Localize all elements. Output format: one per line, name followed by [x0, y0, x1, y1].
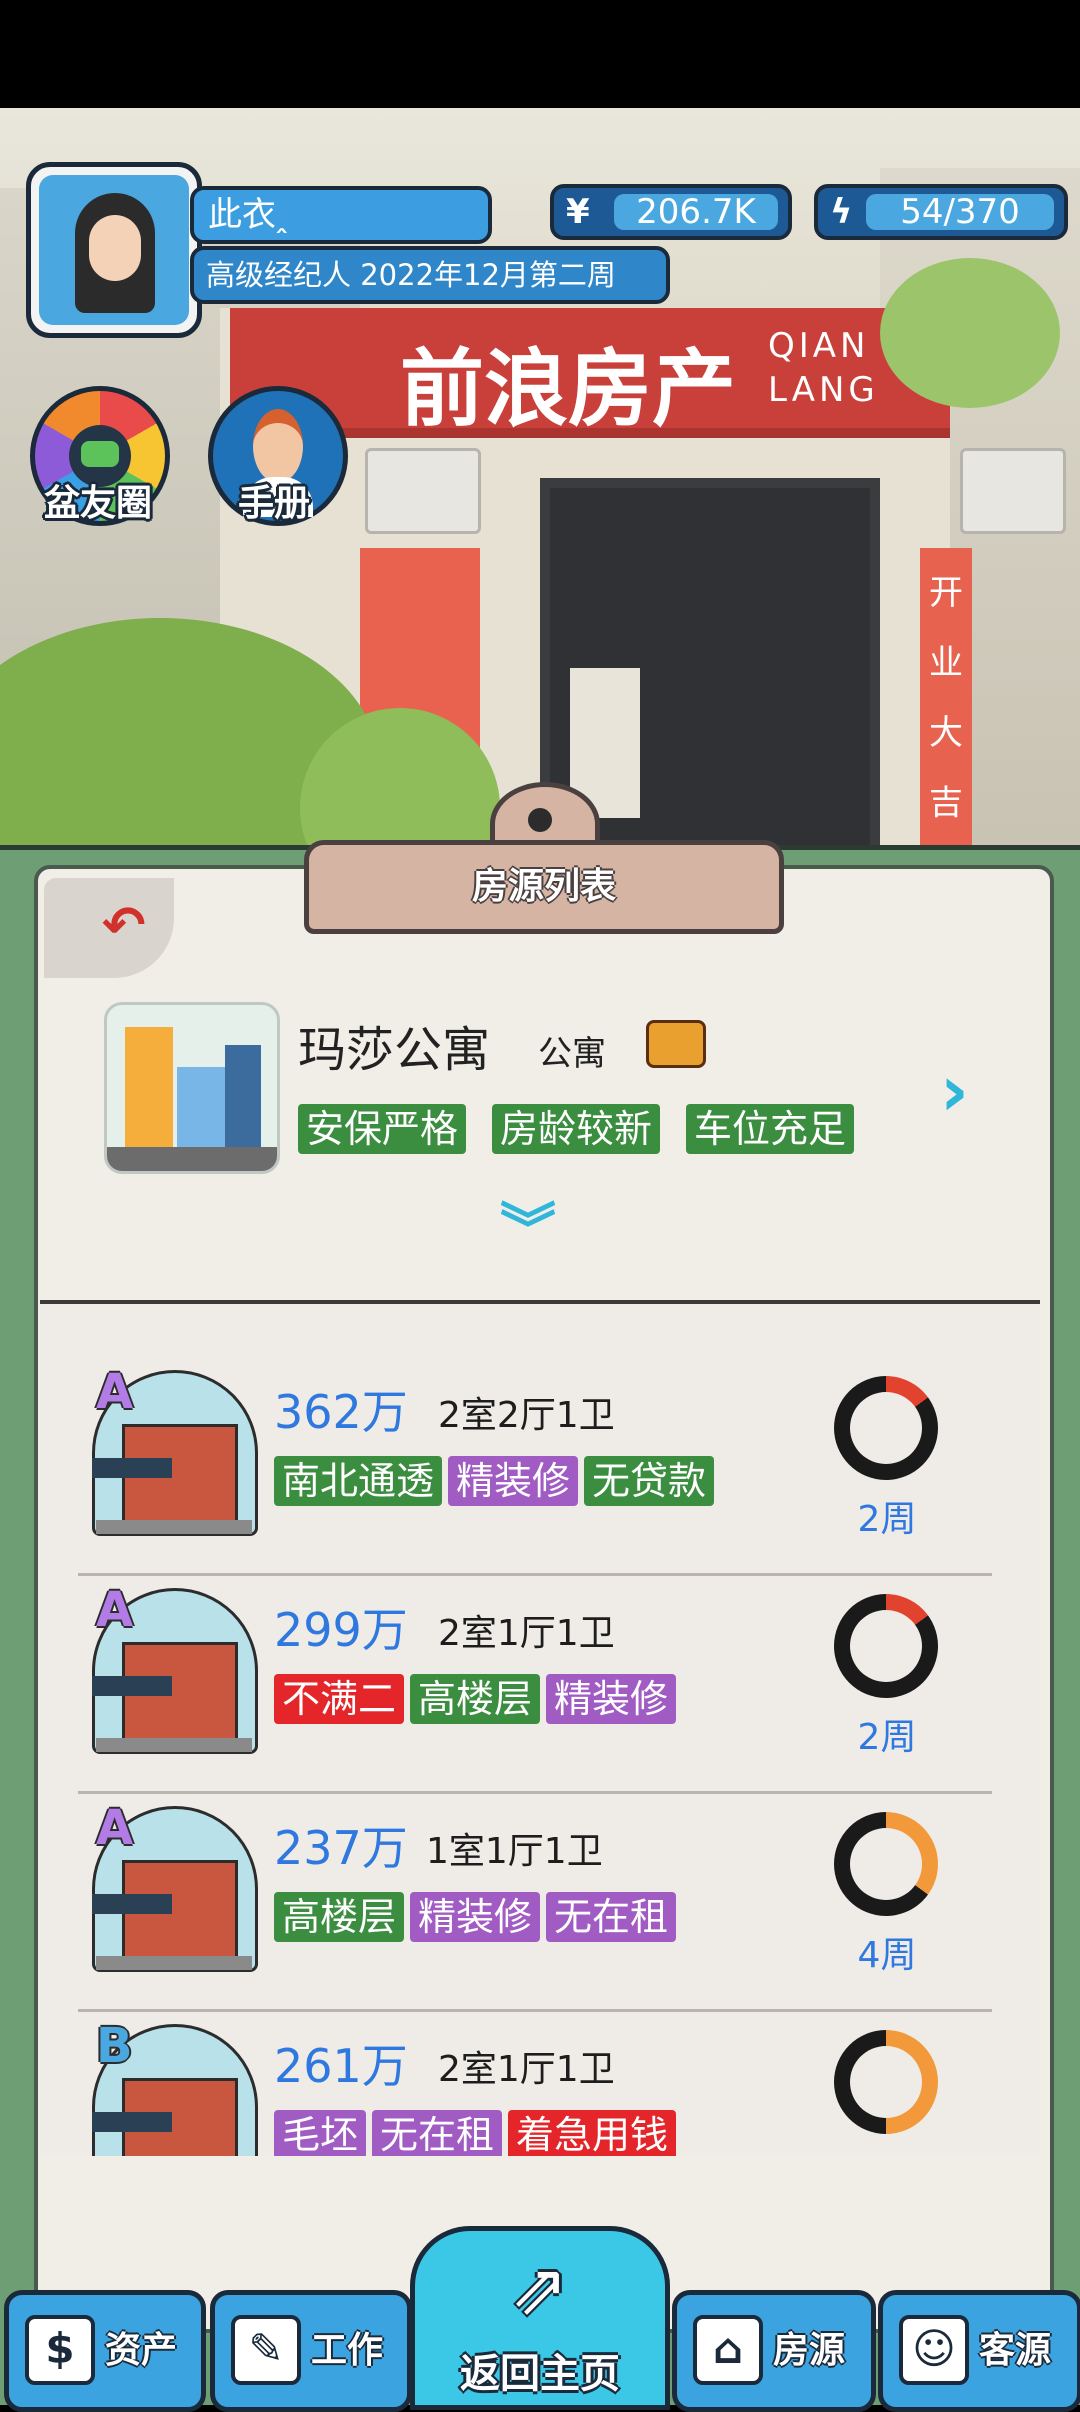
timer-ring: [834, 1594, 938, 1698]
nav-listings-button[interactable]: ⌂ 房源: [672, 2290, 876, 2412]
complex-tag: 车位充足: [686, 1104, 855, 1154]
friends-circle-label: 盆友圈: [43, 483, 152, 524]
listing-layout: 2室1厅1卫: [438, 1613, 615, 1654]
listing-price: 237万: [274, 1821, 408, 1875]
back-arrow-icon: ↶: [102, 896, 146, 956]
listing-tag: 高楼层: [410, 1674, 541, 1724]
house-icon: ⌂: [693, 2315, 763, 2385]
energy-value: 54/370: [866, 194, 1054, 230]
panel-title: 房源列表: [304, 840, 784, 934]
nav-assets-label: 资产: [105, 2330, 178, 2371]
client-person-icon: ☺: [899, 2315, 969, 2385]
listing-price: 362万: [274, 1385, 408, 1439]
dollar-icon: $: [25, 2315, 95, 2385]
complex-tag: 房龄较新: [492, 1104, 661, 1154]
money-value: 206.7K: [614, 194, 778, 230]
player-name: 此衣ꞈ: [190, 186, 492, 244]
listing-grade: B: [96, 2018, 133, 2074]
complex-name: 玛莎公寓: [298, 1022, 491, 1078]
energy-counter[interactable]: ϟ 54/370: [814, 184, 1068, 240]
listing-tag: 精装修: [546, 1674, 677, 1724]
expand-chevron-icon[interactable]: ︾: [500, 1203, 556, 1259]
listing-list[interactable]: A 362万 2室2厅1卫 南北通透 精装修 无贷款 2周 A 299万 2室1厅1卫 不满二 高楼层…: [40, 1300, 1040, 2156]
nav-assets-button[interactable]: $ 资产: [4, 2290, 206, 2412]
manual-label: 手册: [237, 483, 310, 524]
status-bar: [0, 0, 1080, 108]
complex-tags: 安保严格 房龄较新 车位充足: [298, 1104, 898, 1160]
edit-icon: ✎: [231, 2315, 301, 2385]
opening-banner: 开业大吉: [920, 548, 972, 848]
listing-tag: 无在租: [546, 1892, 677, 1942]
chevron-right-icon[interactable]: ›: [940, 1050, 969, 1132]
listing-weeks: 2周: [857, 1499, 917, 1540]
bush: [880, 258, 1060, 408]
nav-clients-button[interactable]: ☺ 客源: [878, 2290, 1080, 2412]
player-rank-date: 高级经纪人 2022年12月第二周: [190, 246, 670, 304]
player-avatar[interactable]: [26, 162, 202, 338]
listing-grade: A: [96, 1800, 134, 1856]
listing-price: 299万: [274, 1603, 408, 1657]
listing-row[interactable]: A 299万 2室1厅1卫 不满二 高楼层 精装修 2周: [40, 1576, 1030, 1794]
listing-grade: A: [96, 1582, 134, 1638]
nav-listings-label: 房源: [773, 2330, 846, 2371]
listing-row[interactable]: A 237万 1室1厅1卫 高楼层 精装修 无在租 4周: [40, 1794, 1030, 2012]
listing-tag: 高楼层: [274, 1892, 405, 1942]
listing-tag: 不满二: [274, 1674, 405, 1724]
complex-tag: 安保严格: [298, 1104, 467, 1154]
listing-row[interactable]: A 362万 2室2厅1卫南北通透 精装修 无贷款 2周: [40, 1358, 1030, 1576]
clipboard-hole: [528, 808, 552, 832]
listing-layout: 2室2厅1卫: [438, 1395, 615, 1436]
building-badge-icon: [646, 1020, 706, 1068]
share-arrow-icon: ⇗: [509, 2248, 569, 2330]
listing-row[interactable]: B 261万 2室1厅1卫毛坯 无在租 着急用钱: [40, 2012, 1030, 2156]
listing-tag: 精装修: [410, 1892, 541, 1942]
listing-tag: 无贷款: [584, 1456, 715, 1506]
return-home-label: 返回主页: [460, 2351, 620, 2397]
listing-layout: 1室1厅1卫: [426, 1831, 603, 1872]
listing-tag: 着急用钱: [508, 2110, 677, 2156]
house-icon: B: [92, 2018, 258, 2156]
nav-work-label: 工作: [311, 2330, 384, 2371]
timer-ring: [834, 1376, 938, 1480]
nav-clients-label: 客源: [979, 2330, 1052, 2371]
opening-banner-text: 开业大吉: [929, 573, 963, 823]
nav-work-button[interactable]: ✎ 工作: [210, 2290, 412, 2412]
listing-tag: 南北通透: [274, 1456, 443, 1506]
shop-sign: 前浪房产 QIAN LANG: [230, 308, 950, 438]
listing-price: 261万: [274, 2039, 408, 2093]
air-conditioner: [365, 448, 481, 534]
air-conditioner: [960, 448, 1066, 534]
listing-tag: 无在租: [372, 2110, 503, 2156]
yen-icon: ¥: [566, 192, 590, 232]
money-counter[interactable]: ¥ 206.7K: [550, 184, 792, 240]
shop-sign-latin-2: LANG: [768, 370, 879, 410]
house-icon: A: [92, 1364, 258, 1536]
listing-tag: 毛坯: [274, 2110, 367, 2156]
shop-sign-text: 前浪房产: [400, 340, 737, 438]
avatar-portrait: [39, 175, 189, 325]
shop-sign-latin-1: QIAN: [768, 326, 870, 366]
return-home-button[interactable]: ⇗ 返回主页: [410, 2226, 670, 2410]
listing-weeks: 4周: [857, 1935, 917, 1976]
listing-layout: 2室1厅1卫: [438, 2049, 615, 2090]
complex-type: 公寓: [538, 1034, 606, 1074]
house-icon: A: [92, 1582, 258, 1754]
listing-tag: 精装修: [448, 1456, 579, 1506]
listing-grade: A: [96, 1364, 134, 1420]
lightning-bolt-icon: ϟ: [830, 192, 853, 232]
apartment-complex-icon: [104, 1002, 280, 1174]
timer-ring: [834, 2030, 938, 2134]
person-icon: [253, 409, 303, 483]
listing-weeks: 2周: [857, 1717, 917, 1758]
timer-ring: [834, 1812, 938, 1916]
house-icon: A: [92, 1800, 258, 1972]
